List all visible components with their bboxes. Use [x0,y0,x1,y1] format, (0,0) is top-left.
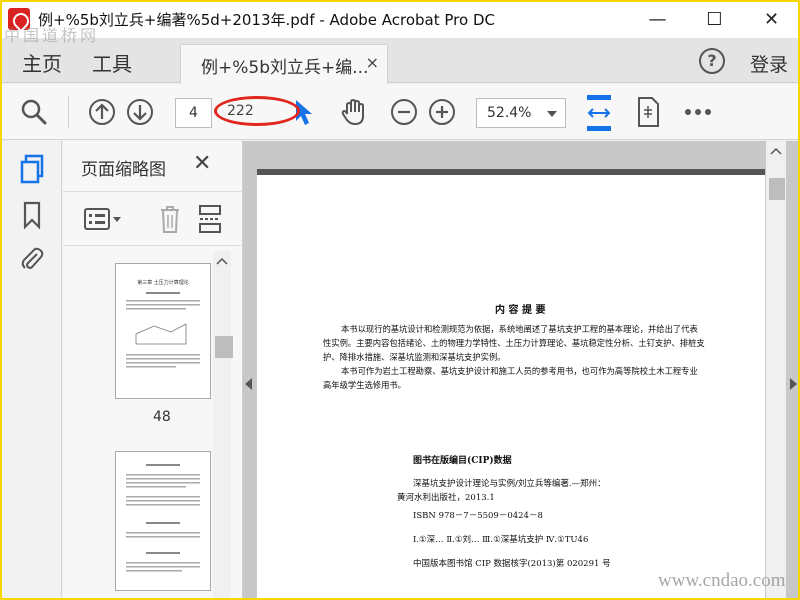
panel-toolbar [63,191,243,246]
window-title: 例+%5b刘立兵+编著%5d+2013年.pdf - Adobe Acrobat… [38,10,495,29]
cip-line: 中国版本图书馆 CIP 数据核字(2013)第 020291 号 [413,559,611,569]
panel-close-icon[interactable]: ✕ [193,151,211,176]
zoom-in-icon[interactable] [426,96,458,128]
window-controls: — ☐ ✕ [629,0,800,38]
nav-tools[interactable]: 工具 [92,48,132,77]
thumbnail-page-label: 48 [153,409,171,425]
fit-width-icon[interactable] [584,92,614,134]
summary-line: 性实例。主要内容包括绪论、土的物理力学特性、土压力计算理论、基坑稳定性分析、土钉… [323,338,705,348]
next-page-arrow-icon[interactable] [790,378,797,390]
thumbnail-scroll-thumb[interactable] [215,336,233,358]
help-icon[interactable]: ? [699,48,725,74]
previous-page-arrow-icon[interactable] [245,378,252,390]
rotate-page-icon[interactable] [632,94,664,130]
summary-line: 高年级学生选修用书。 [323,380,406,390]
previous-page-icon[interactable] [86,96,118,128]
panel-title: 页面缩略图 [81,160,166,180]
summary-line: 本书以现行的基坑设计和检测规范为依据，系统地阐述了基坑支护工程的基本理论，并给出… [341,324,698,334]
document-tab[interactable]: 例+%5b刘立兵+编... × [180,44,388,84]
cip-line: 黄河水利出版社，2013.1 [397,493,495,503]
chevron-down-icon [547,111,557,117]
hand-tool-icon[interactable] [336,94,372,130]
page-number-input[interactable]: 4 [175,98,212,128]
extract-page-icon[interactable] [195,202,225,236]
login-button[interactable]: 登录 [750,50,788,77]
maximize-button[interactable]: ☐ [686,0,743,38]
thumbnail-heading: 第三章 土压力计算理论 [137,279,189,286]
tab-close-icon[interactable]: × [366,53,379,72]
zoom-level-value: 52.4% [487,105,532,121]
cip-line: Ⅰ.①深… Ⅱ.①刘… Ⅲ.①深基坑支护 Ⅳ.①TU46 [413,535,589,545]
page-top-edge [257,169,765,175]
tab-bar: 主页 工具 例+%5b刘立兵+编... × ? 登录 [0,38,800,84]
title-bar: 例+%5b刘立兵+编著%5d+2013年.pdf - Adobe Acrobat… [0,0,800,38]
document-scrollbar[interactable] [766,141,786,600]
thumbnail-page[interactable]: 第三章 土压力计算理论 [115,263,211,399]
thumbnail-scrollbar[interactable] [213,251,231,600]
document-page: 内 容 提 要 本书以现行的基坑设计和检测规范为依据，系统地阐述了基坑支护工程的… [257,169,765,600]
left-icon-rail [0,141,62,600]
thumbnail-panel: 页面缩略图 ✕ 第三章 土压力计算理论 48 [63,141,243,600]
toolbar: 4 222 52.4% [0,84,800,140]
page-thumbnails-icon[interactable] [12,151,52,187]
summary-line: 护、降排水措施、深基坑监测和深基坑支护实例。 [323,352,506,362]
summary-heading: 内 容 提 要 [495,305,546,316]
thumbnail-options-icon[interactable] [81,204,125,234]
minimize-button[interactable]: — [629,0,686,38]
document-scroll-thumb[interactable] [769,178,785,200]
toolbar-separator [68,96,69,128]
cip-title: 图书在版编目(CIP)数据 [413,456,512,466]
delete-page-icon[interactable] [155,202,185,236]
document-view: 内 容 提 要 本书以现行的基坑设计和检测规范为依据，系统地阐述了基坑支护工程的… [243,141,800,600]
bookmark-icon[interactable] [12,197,52,233]
document-tab-label: 例+%5b刘立兵+编... [201,58,369,78]
next-page-icon[interactable] [124,96,156,128]
close-window-button[interactable]: ✕ [743,0,800,38]
cip-line: ISBN 978－7－5509－0424－8 [413,511,543,521]
cip-line: 深基坑支护设计理论与实例/刘立兵等编著.—郑州： [413,479,606,489]
search-icon[interactable] [18,96,50,128]
zoom-level-select[interactable]: 52.4% [476,98,566,128]
attachment-icon[interactable] [12,241,52,277]
zoom-out-icon[interactable] [388,96,420,128]
acrobat-app-icon [8,8,30,30]
thumbnail-list: 第三章 土压力计算理论 48 [63,251,223,600]
thumbnail-page[interactable] [115,451,211,591]
nav-home[interactable]: 主页 [22,48,62,77]
more-options-icon[interactable] [682,96,714,128]
watermark-bottom: www.cndao.com [658,570,786,591]
annotation-ellipse [214,96,300,126]
summary-line: 本书可作为岩土工程勘察、基坑支护设计和施工人员的参考用书，也可作为高等院校土木工… [341,366,698,376]
